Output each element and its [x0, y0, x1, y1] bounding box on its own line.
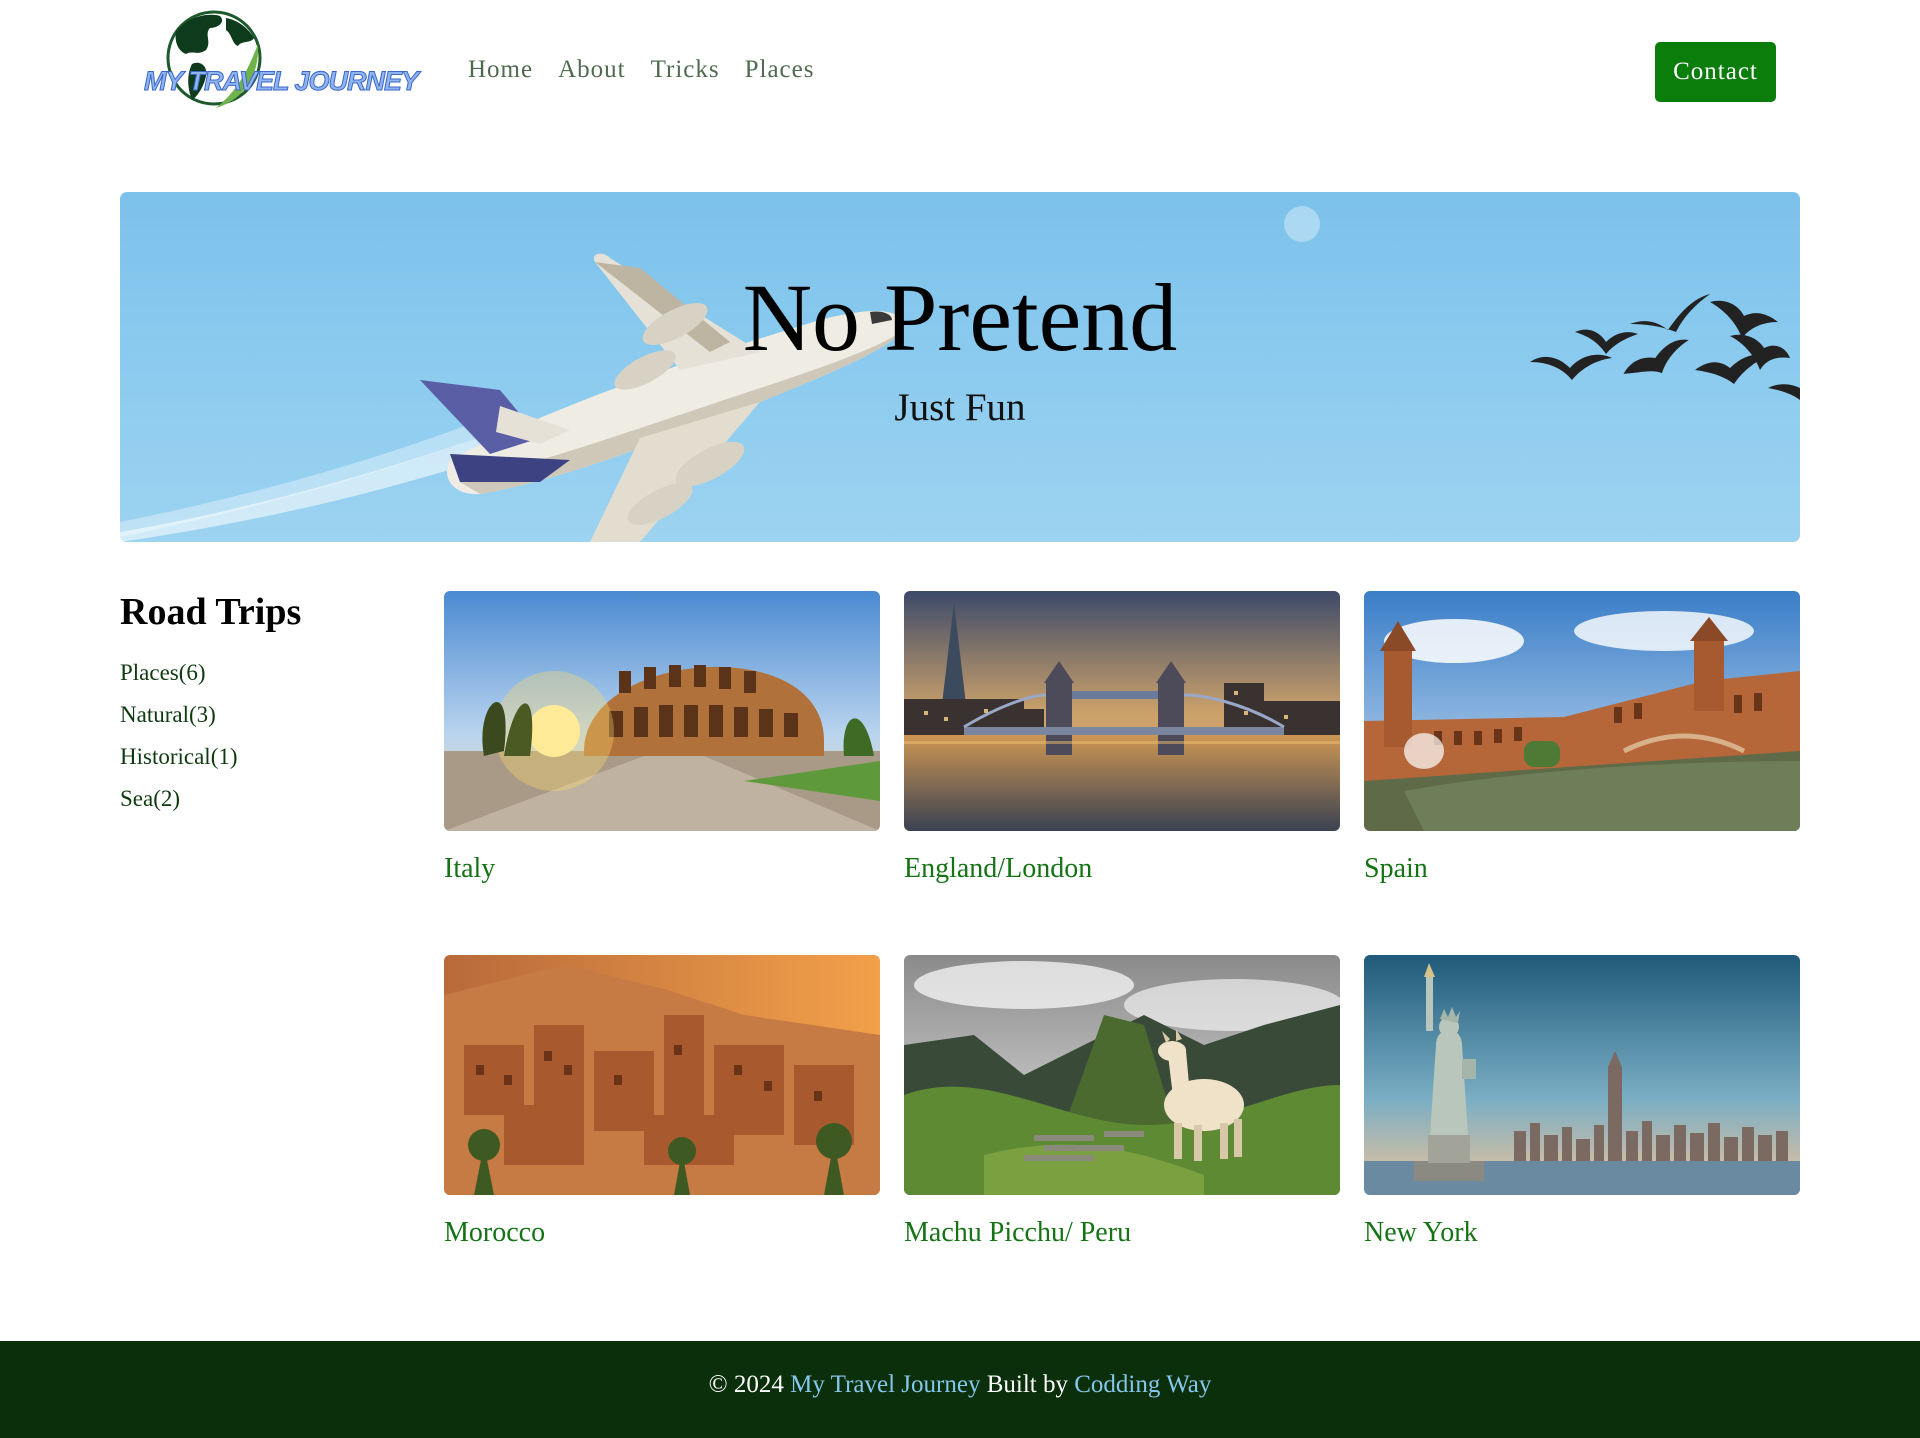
site-logo[interactable]: MY TRAVEL JOURNEY: [140, 4, 430, 114]
destination-image[interactable]: [444, 955, 880, 1195]
destination-card-morocco[interactable]: Morocco: [444, 955, 880, 1249]
site-header: MY TRAVEL JOURNEY Home About Tricks Plac…: [0, 0, 1920, 145]
footer-author-link[interactable]: Codding Way: [1074, 1371, 1211, 1398]
contact-button[interactable]: Contact: [1655, 42, 1776, 102]
tower-bridge-image: [904, 591, 1340, 831]
road-trips-sidebar: Road Trips Places(6) Natural(3) Historic…: [120, 590, 400, 828]
sidebar-heading: Road Trips: [120, 591, 302, 633]
machu-picchu-llama-image: [904, 955, 1340, 1195]
destination-card-spain[interactable]: Spain: [1364, 591, 1800, 885]
destination-title[interactable]: England/London: [904, 853, 1340, 885]
site-footer: © 2024 My Travel Journey Built by Coddin…: [0, 1341, 1920, 1438]
destination-image[interactable]: [1364, 955, 1800, 1195]
main-nav: Home About Tricks Places: [468, 56, 814, 84]
nav-link-about[interactable]: About: [558, 56, 626, 84]
logo-wordmark: MY TRAVEL JOURNEY: [143, 66, 419, 97]
destination-image[interactable]: [904, 955, 1340, 1195]
destination-card-italy[interactable]: Italy: [444, 591, 880, 885]
footer-built-by-text: Built by: [986, 1371, 1068, 1398]
destination-title[interactable]: Machu Picchu/ Peru: [904, 1217, 1340, 1249]
nav-link-places[interactable]: Places: [745, 56, 815, 84]
destination-title[interactable]: Spain: [1364, 853, 1800, 885]
plaza-de-espana-image: [1364, 591, 1800, 831]
category-sea[interactable]: Sea(2): [120, 786, 400, 828]
hero-subtitle: Just Fun: [894, 386, 1026, 429]
copyright-text: © 2024: [708, 1371, 784, 1398]
category-historical[interactable]: Historical(1): [120, 744, 400, 786]
destination-card-new-york[interactable]: New York: [1364, 955, 1800, 1249]
nav-link-tricks[interactable]: Tricks: [651, 56, 720, 84]
destination-card-machu-picchu-peru[interactable]: Machu Picchu/ Peru: [904, 955, 1340, 1249]
category-natural[interactable]: Natural(3): [120, 702, 400, 744]
kasbah-image: [444, 955, 880, 1195]
destination-image[interactable]: [444, 591, 880, 831]
destination-title[interactable]: Morocco: [444, 1217, 880, 1249]
footer-site-link[interactable]: My Travel Journey: [790, 1371, 980, 1398]
category-places[interactable]: Places(6): [120, 660, 400, 702]
destination-title[interactable]: Italy: [444, 853, 880, 885]
destination-image[interactable]: [1364, 591, 1800, 831]
destination-image[interactable]: [904, 591, 1340, 831]
colosseum-image: [444, 591, 880, 831]
category-list: Places(6) Natural(3) Historical(1) Sea(2…: [120, 660, 400, 828]
destination-title[interactable]: New York: [1364, 1217, 1800, 1249]
nav-link-home[interactable]: Home: [468, 56, 533, 84]
destination-card-england-london[interactable]: England/London: [904, 591, 1340, 885]
hero-banner: No Pretend Just Fun: [120, 192, 1800, 542]
statue-of-liberty-image: [1364, 955, 1800, 1195]
globe-icon: [166, 10, 262, 108]
hero-title: No Pretend: [742, 264, 1178, 371]
